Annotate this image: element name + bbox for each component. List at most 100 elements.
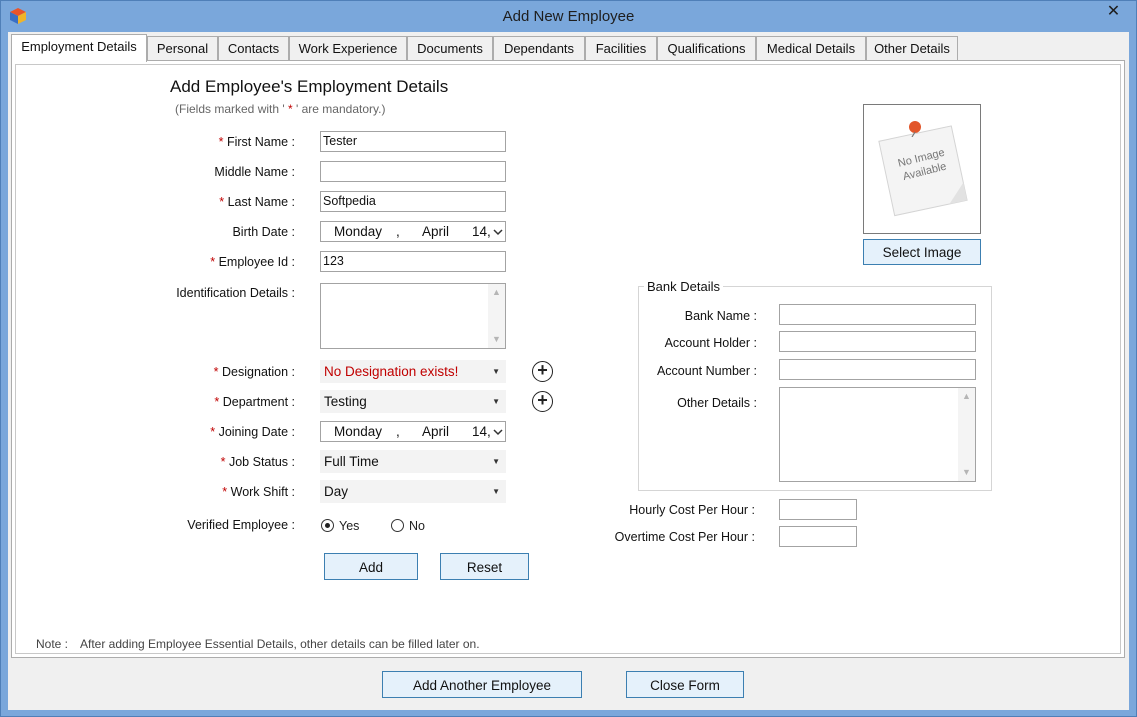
department-select[interactable]: Testing ▼ [320,390,506,413]
first-name-label-text: First Name : [226,135,295,149]
reset-button[interactable]: Reset [440,553,529,580]
last-name-field[interactable]: Softpedia [320,191,506,212]
add-department-button[interactable]: + [532,391,553,412]
account-holder-field[interactable] [779,331,976,352]
last-name-label-text: Last Name : [227,195,295,209]
department-label-text: Department : [222,395,295,409]
overtime-cost-field[interactable] [779,526,857,547]
chevron-down-icon[interactable]: ▼ [492,391,500,412]
close-window-button[interactable]: ✕ [1097,2,1130,22]
required-star: * [213,365,219,379]
birth-date-dayname: Monday [334,224,383,239]
scroll-up-icon[interactable]: ▲ [488,284,505,301]
verified-no-label[interactable]: No [409,519,425,533]
tab-qualifications[interactable]: Qualifications [657,36,756,61]
birth-date-label: Birth Date : [232,225,295,239]
designation-label: * Designation : [112,365,295,379]
verified-yes-label[interactable]: Yes [339,519,359,533]
designation-value: No Designation exists! [324,364,459,379]
other-details-textarea[interactable]: ▲ ▼ [779,387,976,482]
mandatory-note-suffix: ' are mandatory.) [296,102,386,116]
hourly-cost-label: Hourly Cost Per Hour : [629,503,755,517]
required-star: * [219,195,225,209]
designation-label-text: Designation : [222,365,295,379]
tab-contacts[interactable]: Contacts [218,36,289,61]
verified-no-radio[interactable] [391,519,404,532]
required-star: * [218,135,224,149]
mandatory-note-prefix: (Fields marked with ' [175,102,285,116]
account-holder-label: Account Holder : [664,336,757,350]
middle-name-label: Middle Name : [214,165,295,179]
chevron-down-icon[interactable]: ▼ [492,481,500,502]
verified-label: Verified Employee : [187,518,295,532]
first-name-label: * First Name : [112,135,295,149]
work-shift-label: * Work Shift : [112,485,295,499]
scroll-down-icon[interactable]: ▼ [488,331,505,348]
designation-select[interactable]: No Designation exists! ▼ [320,360,506,383]
chevron-down-icon[interactable]: ▼ [492,361,500,382]
add-designation-button[interactable]: + [532,361,553,382]
bank-details-title: Bank Details [644,279,723,294]
tab-personal[interactable]: Personal [147,36,218,61]
identification-textarea[interactable]: ▲ ▼ [320,283,506,349]
other-details-scrollbar[interactable]: ▲ ▼ [958,388,975,481]
identification-label: Identification Details : [176,286,295,300]
joining-date-dayname: Monday [334,424,383,439]
employee-id-label-text: Employee Id : [218,255,295,269]
other-details-label: Other Details : [677,396,757,410]
chevron-down-icon[interactable] [493,227,503,237]
birth-date-sep: , [396,224,400,239]
birth-date-day: 14, [472,224,491,239]
job-status-select[interactable]: Full Time ▼ [320,450,506,473]
birth-date-picker[interactable]: Monday , April 14, [320,221,506,242]
note-text: After adding Employee Essential Details,… [80,637,480,651]
required-star: * [220,455,226,469]
required-star: * [222,485,228,499]
close-icon[interactable]: ✕ [1107,3,1120,20]
select-image-button[interactable]: Select Image [863,239,981,265]
department-value: Testing [324,394,367,409]
required-star: * [210,425,216,439]
tab-dependants[interactable]: Dependants [493,36,585,61]
tab-other-details[interactable]: Other Details [866,36,958,61]
verified-yes-radio[interactable] [321,519,334,532]
note-label: Note : [36,637,69,651]
last-name-label: * Last Name : [112,195,295,209]
chevron-down-icon[interactable] [493,427,503,437]
plus-circle-icon[interactable]: + [537,390,548,410]
bank-name-label: Bank Name : [684,309,757,323]
scroll-down-icon[interactable]: ▼ [958,464,975,481]
bank-name-field[interactable] [779,304,976,325]
pushpin-icon [909,121,921,137]
add-button[interactable]: Add [324,553,418,580]
tab-employment-details[interactable]: Employment Details [11,34,147,62]
work-shift-select[interactable]: Day ▼ [320,480,506,503]
joining-date-label-text: Joining Date : [218,425,295,439]
employee-id-label: * Employee Id : [112,255,295,269]
tab-documents[interactable]: Documents [407,36,493,61]
plus-circle-icon[interactable]: + [537,360,548,380]
close-form-button[interactable]: Close Form [626,671,744,698]
hourly-cost-field[interactable] [779,499,857,520]
overtime-cost-label: Overtime Cost Per Hour : [614,530,755,544]
chevron-down-icon[interactable]: ▼ [492,451,500,472]
job-status-label-text: Job Status : [228,455,295,469]
tab-facilities[interactable]: Facilities [585,36,657,61]
employee-id-field[interactable]: 123 [320,251,506,272]
account-number-field[interactable] [779,359,976,380]
tab-medical-details[interactable]: Medical Details [756,36,866,61]
scroll-up-icon[interactable]: ▲ [958,388,975,405]
middle-name-field[interactable] [320,161,506,182]
form-heading: Add Employee's Employment Details [170,77,449,96]
title-bar: Add New Employee ✕ [1,1,1136,32]
add-another-employee-button[interactable]: Add Another Employee [382,671,582,698]
birth-date-month: April [422,224,450,239]
first-name-field[interactable]: Tester [320,131,506,152]
work-shift-label-text: Work Shift : [230,485,295,499]
identification-scrollbar[interactable]: ▲ ▼ [488,284,505,348]
joining-date-sep: , [396,424,400,439]
job-status-value: Full Time [324,454,379,469]
joining-date-picker[interactable]: Monday , April 14, [320,421,506,442]
joining-date-label: * Joining Date : [112,425,295,439]
tab-work-experience[interactable]: Work Experience [289,36,407,61]
